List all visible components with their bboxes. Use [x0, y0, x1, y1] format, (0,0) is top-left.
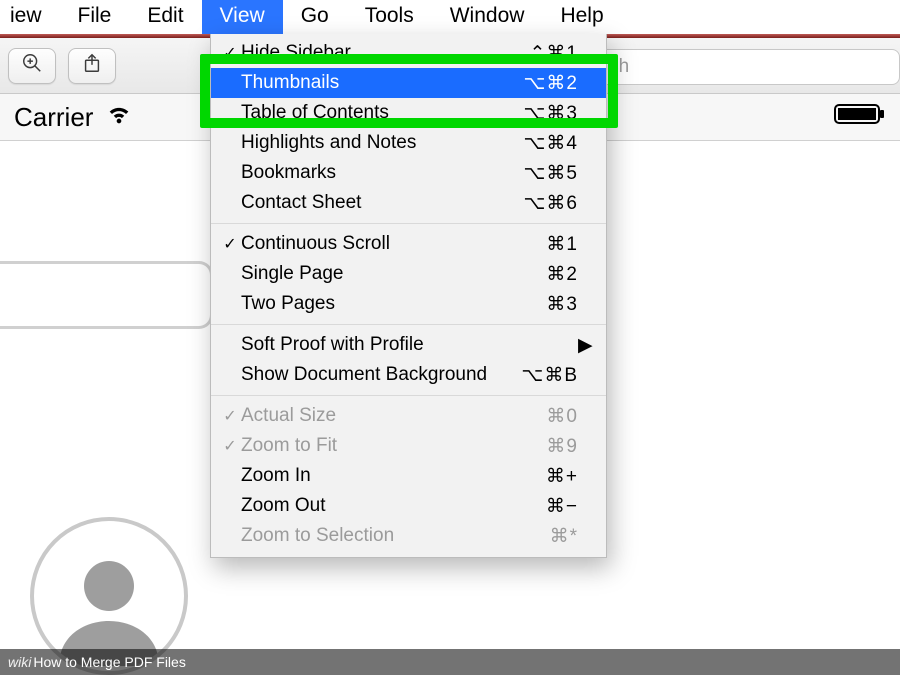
carrier-label: Carrier: [14, 102, 93, 133]
menu-tools[interactable]: Tools: [347, 0, 432, 34]
menu-item-label: Bookmarks: [241, 162, 524, 184]
app-name: iew: [0, 0, 60, 34]
menu-item-bookmarks[interactable]: Bookmarks⌥⌘5: [211, 158, 606, 188]
menu-item-label: Hide Sidebar: [241, 42, 530, 64]
menu-item-shortcut: ⌥⌘6: [524, 192, 578, 215]
menu-item-label: Contact Sheet: [241, 192, 524, 214]
submenu-arrow-icon: ▶: [578, 334, 592, 357]
checkmark-icon: ✓: [219, 234, 241, 254]
caption-prefix: wiki: [8, 654, 31, 670]
menu-item-two-pages[interactable]: Two Pages⌘3: [211, 289, 606, 319]
menu-separator: [211, 324, 606, 325]
menu-separator: [211, 395, 606, 396]
share-icon: [81, 52, 103, 79]
view-dropdown: ✓Hide Sidebar⌃⌘1Thumbnails⌥⌘2Table of Co…: [210, 34, 607, 558]
menu-item-shortcut: ⌥⌘B: [521, 364, 578, 387]
menu-item-hide-sidebar[interactable]: ✓Hide Sidebar⌃⌘1: [211, 38, 606, 68]
menu-item-shortcut: ⌘+: [546, 465, 578, 488]
menu-help[interactable]: Help: [542, 0, 621, 34]
menu-item-label: Highlights and Notes: [241, 132, 524, 154]
menu-item-zoom-to-selection: Zoom to Selection⌘*: [211, 521, 606, 551]
menu-item-shortcut: ⌘9: [546, 435, 578, 458]
menu-item-label: Zoom to Fit: [241, 435, 546, 457]
menu-item-label: Zoom In: [241, 465, 546, 487]
menu-edit[interactable]: Edit: [129, 0, 201, 34]
menu-view[interactable]: View: [202, 0, 283, 34]
menu-go[interactable]: Go: [283, 0, 347, 34]
menu-item-label: Thumbnails: [241, 72, 524, 94]
menu-item-shortcut: ⌃⌘1: [530, 42, 579, 65]
menu-separator: [211, 223, 606, 224]
menu-item-thumbnails[interactable]: Thumbnails⌥⌘2: [211, 68, 606, 98]
menu-item-label: Zoom Out: [241, 495, 546, 517]
menu-item-table-of-contents[interactable]: Table of Contents⌥⌘3: [211, 98, 606, 128]
menu-item-contact-sheet[interactable]: Contact Sheet⌥⌘6: [211, 188, 606, 218]
menu-item-label: Single Page: [241, 263, 546, 285]
menu-item-label: Actual Size: [241, 405, 546, 427]
menubar: iew File Edit View Go Tools Window Help: [0, 0, 900, 34]
menu-item-shortcut: ⌥⌘2: [524, 72, 578, 95]
text-field-outline: [0, 261, 213, 329]
checkmark-icon: ✓: [219, 406, 241, 426]
wifi-icon: [105, 100, 133, 135]
menu-item-highlights-and-notes[interactable]: Highlights and Notes⌥⌘4: [211, 128, 606, 158]
menu-window[interactable]: Window: [432, 0, 543, 34]
caption-text: How to Merge PDF Files: [33, 654, 185, 670]
magnifier-plus-icon: [21, 52, 43, 79]
menu-item-label: Show Document Background: [241, 364, 521, 386]
menu-item-shortcut: ⌘3: [546, 293, 578, 316]
menu-item-shortcut: ⌘1: [546, 233, 578, 256]
menu-item-zoom-out[interactable]: Zoom Out⌘−: [211, 491, 606, 521]
menu-item-shortcut: ⌘−: [546, 495, 578, 518]
menu-item-soft-proof-with-profile[interactable]: Soft Proof with Profile▶: [211, 330, 606, 360]
checkmark-icon: ✓: [219, 436, 241, 456]
menu-item-continuous-scroll[interactable]: ✓Continuous Scroll⌘1: [211, 229, 606, 259]
menu-item-single-page[interactable]: Single Page⌘2: [211, 259, 606, 289]
search-field[interactable]: Search: [558, 49, 900, 85]
battery-icon: [834, 102, 886, 133]
menu-item-actual-size: ✓Actual Size⌘0: [211, 401, 606, 431]
menu-item-shortcut: ⌘*: [550, 525, 578, 548]
share-button[interactable]: [68, 48, 116, 84]
menu-item-zoom-to-fit: ✓Zoom to Fit⌘9: [211, 431, 606, 461]
menu-item-zoom-in[interactable]: Zoom In⌘+: [211, 461, 606, 491]
menu-item-shortcut: ⌥⌘4: [524, 132, 578, 155]
menu-file[interactable]: File: [60, 0, 130, 34]
menu-item-show-document-background[interactable]: Show Document Background⌥⌘B: [211, 360, 606, 390]
menu-item-label: Table of Contents: [241, 102, 524, 124]
menu-item-label: Zoom to Selection: [241, 525, 550, 547]
checkmark-icon: ✓: [219, 43, 241, 63]
menu-item-label: Continuous Scroll: [241, 233, 546, 255]
caption-bar: wiki How to Merge PDF Files: [0, 649, 900, 675]
menu-item-label: Two Pages: [241, 293, 546, 315]
menu-item-shortcut: ⌥⌘3: [524, 102, 578, 125]
menu-item-label: Soft Proof with Profile: [241, 334, 578, 356]
menu-item-shortcut: ⌥⌘5: [524, 162, 578, 185]
menu-item-shortcut: ⌘0: [546, 405, 578, 428]
zoom-in-button[interactable]: [8, 48, 56, 84]
menu-item-shortcut: ⌘2: [546, 263, 578, 286]
